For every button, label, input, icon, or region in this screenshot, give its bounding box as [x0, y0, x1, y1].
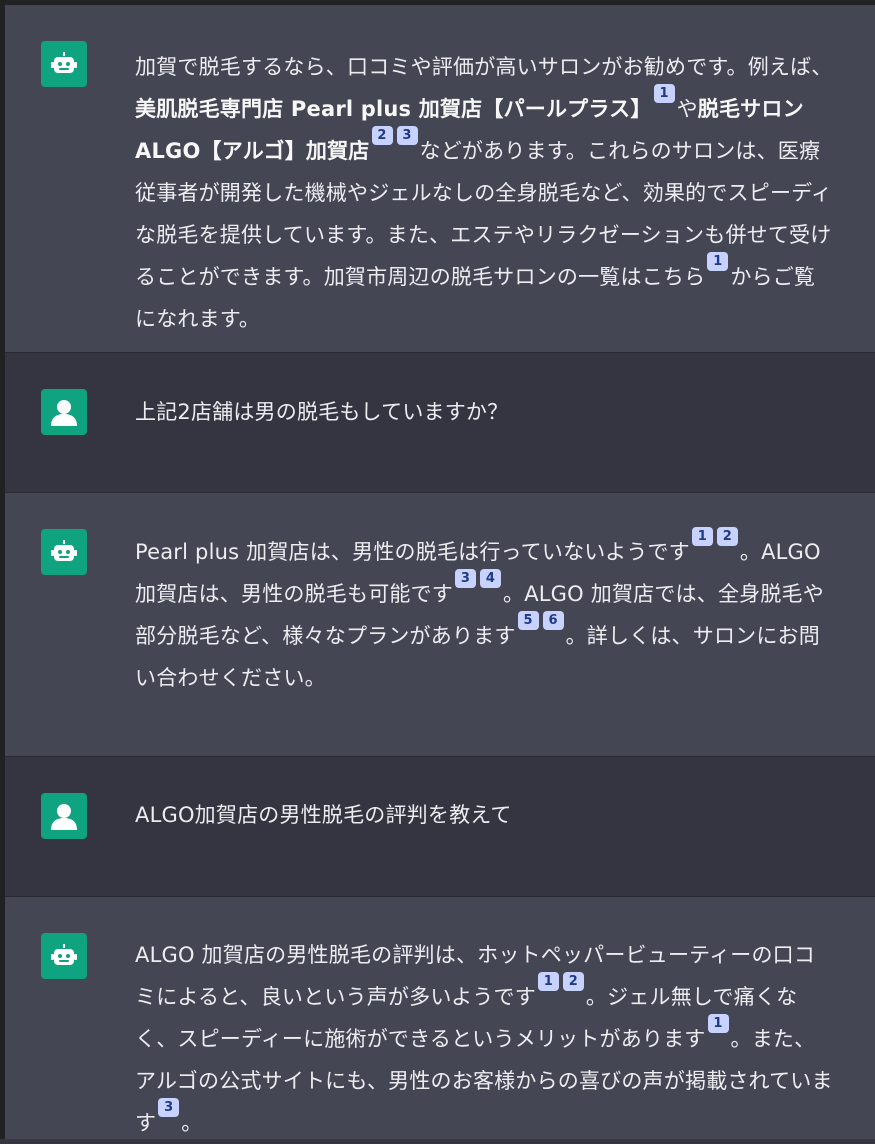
citation-badge[interactable]: 3 [455, 569, 476, 588]
message-text: 上記2店舗は男の脱毛もしていますか？ [135, 396, 835, 428]
message-text-run: や [676, 97, 698, 121]
assistant-avatar [41, 529, 87, 575]
robot-icon [51, 540, 77, 561]
robot-icon [51, 52, 77, 73]
message-text-run: 。 [181, 1111, 203, 1135]
robot-icon [51, 944, 77, 965]
citation-badge[interactable]: 5 [517, 611, 539, 630]
assistant-message: Pearl plus 加賀店は、男性の脱毛は行っていないようです1 2。ALGO … [5, 493, 875, 756]
citation-badge[interactable]: 4 [480, 569, 501, 588]
assistant-message: 加賀で脱毛するなら、口コミや評価が高いサロンがお勧めです。例えば、美肌脱毛専門店… [5, 5, 875, 352]
citation-badge[interactable]: 1 [707, 252, 729, 271]
user-message: 上記2店舗は男の脱毛もしていますか？ [5, 353, 875, 492]
assistant-avatar [41, 41, 87, 87]
user-avatar [41, 793, 87, 839]
citation-badge[interactable]: 1 [653, 84, 675, 103]
message-text-run: 加賀で脱毛するなら、口コミや評価が高いサロンがお勧めです。例えば、 [135, 55, 833, 79]
citation-badge[interactable]: 2 [562, 972, 584, 991]
citation-badge[interactable]: 2 [371, 126, 393, 145]
message-text-run: ALGO加賀店の男性脱毛の評判を教えて [135, 803, 512, 827]
message-text-run: 上記2店舗は男の脱毛もしていますか？ [135, 400, 509, 424]
bold-text: 美肌脱毛専門店 Pearl plus 加賀店【パールプラス】 [135, 97, 652, 121]
citation-badge[interactable]: 1 [707, 1014, 729, 1033]
message-text-run: Pearl plus 加賀店は、男性の脱毛は行っていないようです [135, 540, 690, 564]
citation-badge[interactable]: 3 [158, 1098, 180, 1117]
citation-badge[interactable]: 3 [396, 126, 418, 145]
user-icon [51, 400, 77, 426]
citation-badge[interactable]: 1 [691, 527, 713, 546]
citation-badge[interactable]: 2 [716, 527, 738, 546]
user-icon [51, 804, 77, 830]
citation-badge[interactable]: 6 [542, 611, 564, 630]
user-avatar [41, 389, 87, 435]
assistant-avatar [41, 933, 87, 979]
message-text: ALGO 加賀店の男性脱毛の評判は、ホットペッパービューティーの口コミによると、… [135, 934, 835, 1144]
chat-window: 加賀で脱毛するなら、口コミや評価が高いサロンがお勧めです。例えば、美肌脱毛専門店… [0, 0, 875, 1139]
message-text: ALGO加賀店の男性脱毛の評判を教えて [135, 799, 835, 831]
message-text: 加賀で脱毛するなら、口コミや評価が高いサロンがお勧めです。例えば、美肌脱毛専門店… [135, 46, 835, 340]
assistant-message: ALGO 加賀店の男性脱毛の評判は、ホットペッパービューティーの口コミによると、… [5, 897, 875, 1139]
user-message: ALGO加賀店の男性脱毛の評判を教えて [5, 757, 875, 896]
message-text: Pearl plus 加賀店は、男性の脱毛は行っていないようです1 2。ALGO … [135, 527, 835, 699]
citation-badge[interactable]: 1 [537, 972, 559, 991]
